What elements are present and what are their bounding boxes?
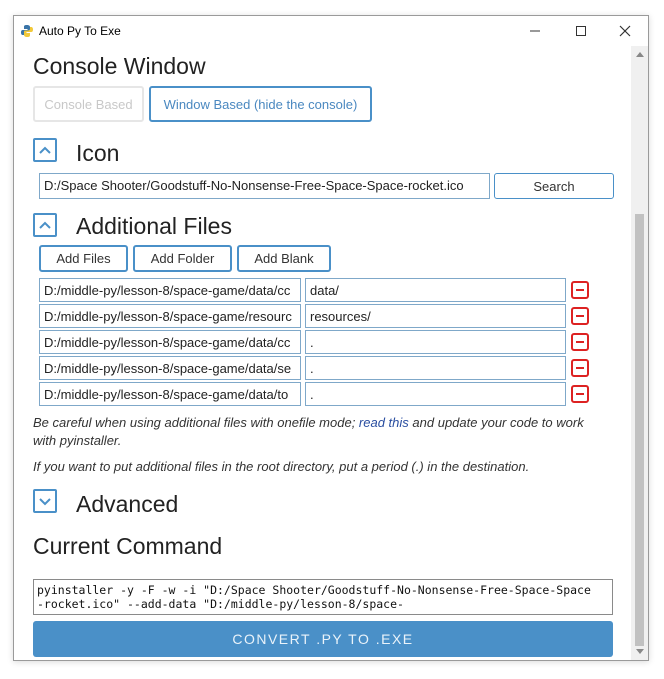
title-bar[interactable]: Auto Py To Exe bbox=[14, 16, 648, 46]
close-button[interactable] bbox=[602, 16, 648, 46]
file-destination-input[interactable]: data/ bbox=[305, 278, 566, 302]
vertical-scrollbar[interactable] bbox=[631, 46, 648, 660]
chevron-up-icon bbox=[39, 146, 51, 154]
current-command-heading: Current Command bbox=[33, 533, 223, 559]
chevron-up-icon bbox=[39, 221, 51, 229]
maximize-icon bbox=[576, 26, 586, 36]
remove-row-icon[interactable] bbox=[571, 333, 589, 351]
current-command-textarea[interactable]: pyinstaller -y -F -w -i "D:/Space Shoote… bbox=[33, 579, 613, 615]
icon-path-input[interactable]: D:/Space Shooter/Goodstuff-No-Nonsense-F… bbox=[39, 173, 490, 199]
icon-section-toggle[interactable] bbox=[33, 138, 57, 162]
remove-row-icon[interactable] bbox=[571, 359, 589, 377]
note-text: Be careful when using additional files w… bbox=[33, 415, 359, 430]
additional-files-heading: Additional Files bbox=[76, 213, 232, 239]
onefile-warning-note: Be careful when using additional files w… bbox=[33, 414, 593, 450]
add-blank-button[interactable]: Add Blank bbox=[237, 245, 331, 272]
minimize-button[interactable] bbox=[512, 16, 558, 46]
icon-heading: Icon bbox=[76, 140, 120, 166]
main-content: Console Window Console Based Window Base… bbox=[14, 46, 633, 660]
window-title: Auto Py To Exe bbox=[39, 24, 121, 38]
scroll-down-icon[interactable] bbox=[636, 649, 644, 654]
file-source-input[interactable]: D:/middle-py/lesson-8/space-game/data/cc bbox=[39, 330, 301, 354]
add-files-button[interactable]: Add Files bbox=[39, 245, 128, 272]
icon-search-button[interactable]: Search bbox=[494, 173, 614, 199]
additional-files-toggle[interactable] bbox=[33, 213, 57, 237]
add-folder-button[interactable]: Add Folder bbox=[133, 245, 232, 272]
window-based-button[interactable]: Window Based (hide the console) bbox=[149, 86, 372, 122]
console-based-button[interactable]: Console Based bbox=[33, 86, 144, 122]
console-window-heading: Console Window bbox=[33, 53, 206, 79]
advanced-heading: Advanced bbox=[76, 491, 179, 517]
scroll-up-icon[interactable] bbox=[636, 52, 644, 57]
maximize-button[interactable] bbox=[558, 16, 604, 46]
minimize-icon bbox=[530, 30, 540, 32]
file-destination-input[interactable]: . bbox=[305, 356, 566, 380]
scrollbar-thumb[interactable] bbox=[635, 214, 644, 646]
file-source-input[interactable]: D:/middle-py/lesson-8/space-game/data/cc bbox=[39, 278, 301, 302]
app-window: Auto Py To Exe Console Window Console Ba… bbox=[13, 15, 649, 661]
chevron-down-icon bbox=[39, 498, 51, 506]
remove-row-icon[interactable] bbox=[571, 385, 589, 403]
root-directory-note: If you want to put additional files in t… bbox=[33, 459, 530, 474]
remove-row-icon[interactable] bbox=[571, 307, 589, 325]
read-this-link[interactable]: read this bbox=[359, 415, 409, 430]
python-logo-icon bbox=[21, 25, 33, 37]
file-source-input[interactable]: D:/middle-py/lesson-8/space-game/data/to bbox=[39, 382, 301, 406]
convert-button[interactable]: CONVERT .PY TO .EXE bbox=[33, 621, 613, 657]
file-destination-input[interactable]: . bbox=[305, 330, 566, 354]
file-source-input[interactable]: D:/middle-py/lesson-8/space-game/data/se bbox=[39, 356, 301, 380]
file-destination-input[interactable]: . bbox=[305, 382, 566, 406]
file-source-input[interactable]: D:/middle-py/lesson-8/space-game/resourc bbox=[39, 304, 301, 328]
advanced-section-toggle[interactable] bbox=[33, 489, 57, 513]
file-destination-input[interactable]: resources/ bbox=[305, 304, 566, 328]
remove-row-icon[interactable] bbox=[571, 281, 589, 299]
close-icon bbox=[619, 25, 631, 37]
